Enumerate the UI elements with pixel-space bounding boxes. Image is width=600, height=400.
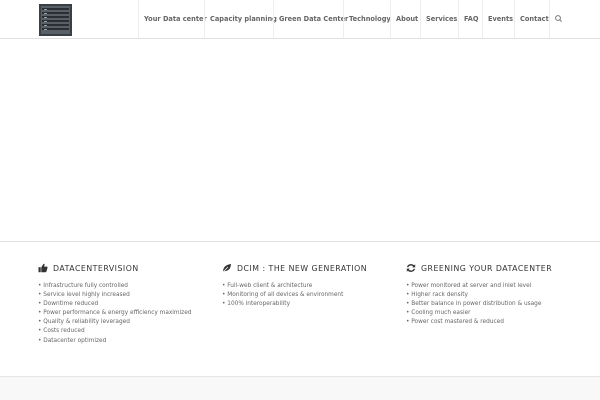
feature-title: GREENING YOUR DATACENTER [421, 263, 553, 273]
list-item: • Better balance in power distribution &… [406, 301, 542, 308]
nav-item-faq[interactable]: FAQ [458, 0, 478, 38]
list-item: • Datacenter optimized [38, 337, 107, 344]
features-section: DATACENTERVISION • Infrastructure fully … [0, 242, 600, 376]
feature-column-datacentervision: DATACENTERVISION • Infrastructure fully … [38, 262, 208, 346]
list-item: • Quality & reliability leveraged [38, 319, 130, 326]
thumbs-up-icon [38, 263, 48, 273]
main-nav: Your Data center Capacity planning Green… [0, 0, 600, 38]
list-item: • Power performance & energy efficiency … [38, 310, 192, 317]
list-item: • Power monitored at server and inlet le… [406, 283, 532, 289]
leaf-icon [222, 264, 231, 273]
feature-heading: DATACENTERVISION [38, 262, 208, 274]
list-item: • 100% interoperability [222, 301, 291, 308]
search-button[interactable] [549, 0, 567, 38]
nav-item-green-data-center[interactable]: Green Data Center [273, 0, 348, 38]
list-item: • Higher rack density [406, 292, 468, 299]
feature-heading: GREENING YOUR DATACENTER [406, 262, 576, 274]
list-item: • Full-web client & architecture [222, 283, 313, 289]
feature-title: DCIM : THE NEW GENERATION [237, 263, 368, 273]
site-header: Your Data center Capacity planning Green… [0, 0, 600, 39]
list-item: • Cooling much easier [406, 310, 471, 317]
site-footer [0, 376, 600, 400]
nav-item-capacity-planning[interactable]: Capacity planning [204, 0, 277, 38]
feature-list: • Full-web client & architecture • Monit… [222, 282, 392, 309]
list-item: • Costs reduced [38, 328, 85, 335]
feature-list: • Power monitored at server and inlet le… [406, 282, 576, 327]
nav-item-about[interactable]: About [390, 0, 418, 38]
nav-item-your-data-center[interactable]: Your Data center [138, 0, 207, 38]
list-item: • Downtime reduced [38, 301, 99, 308]
feature-heading: DCIM : THE NEW GENERATION [222, 262, 392, 274]
list-item: • Infrastructure fully controlled [38, 283, 128, 289]
list-item: • Power cost mastered & reduced [406, 319, 504, 326]
feature-title: DATACENTERVISION [53, 263, 139, 273]
search-icon[interactable] [550, 0, 568, 38]
feature-column-greening: GREENING YOUR DATACENTER • Power monitor… [406, 262, 576, 327]
list-item: • Monitoring of all devices & environmen… [222, 292, 344, 299]
list-item: • Service level highly increased [38, 292, 130, 299]
nav-item-contact[interactable]: Contact [514, 0, 549, 38]
refresh-icon [406, 264, 416, 272]
nav-item-services[interactable]: Services [420, 0, 457, 38]
feature-column-dcim: DCIM : THE NEW GENERATION • Full-web cli… [222, 262, 392, 309]
hero-slider-area [0, 39, 600, 242]
feature-list: • Infrastructure fully controlled • Serv… [38, 282, 208, 346]
nav-item-events[interactable]: Events [482, 0, 513, 38]
nav-item-technology[interactable]: Technology [343, 0, 391, 38]
